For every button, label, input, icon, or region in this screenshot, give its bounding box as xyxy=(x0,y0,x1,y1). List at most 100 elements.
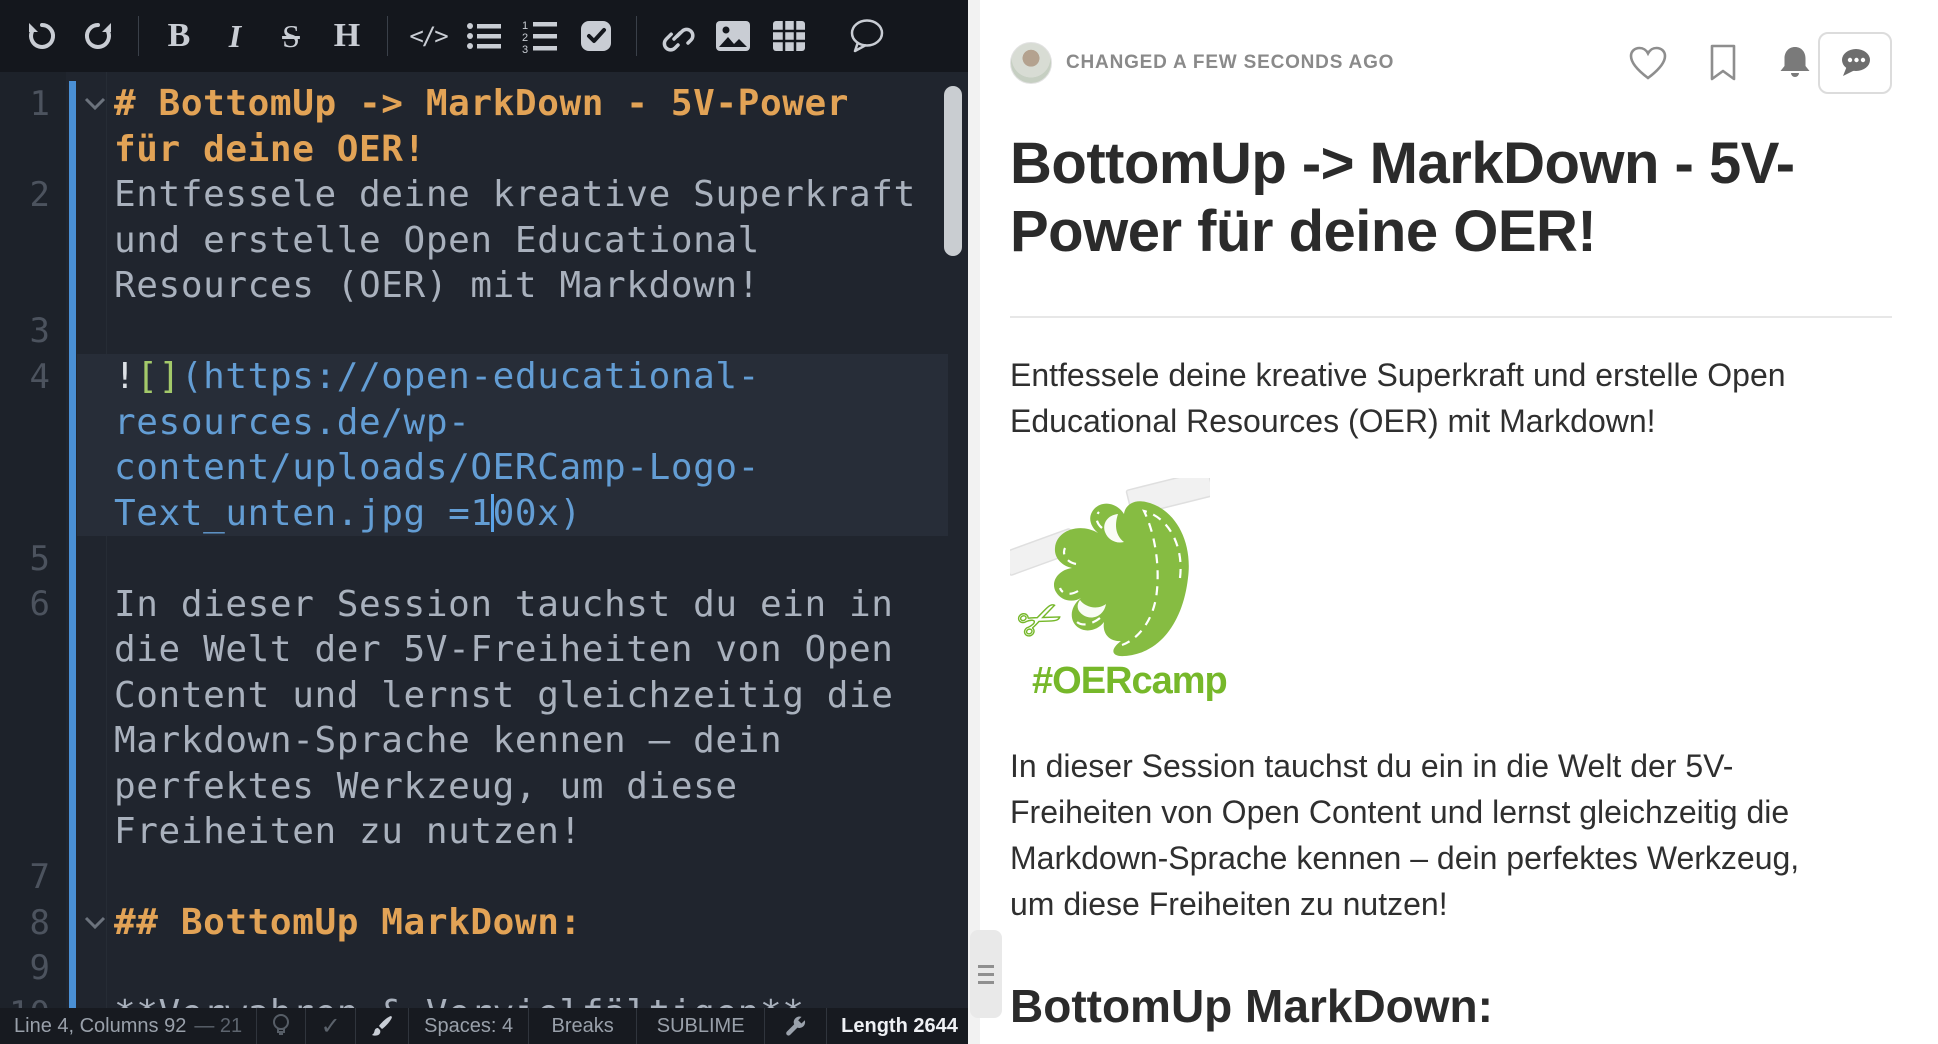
editor-line-5[interactable]: 5 xyxy=(0,536,968,582)
change-indicator-bar xyxy=(69,900,76,946)
change-indicator-bar xyxy=(69,536,76,582)
oercamp-logo: ✂ #OERcamp xyxy=(1010,478,1210,703)
split-pane-resizer[interactable] xyxy=(968,0,980,1044)
editor-line-10[interactable]: 10 **Verwahren & Vervielfältigen** xyxy=(0,991,968,1008)
toolbar-separator xyxy=(636,16,637,56)
line-text: Content und lernst gleichzeitig die xyxy=(114,675,894,716)
change-indicator-bar xyxy=(69,991,76,1008)
bookmark-icon[interactable] xyxy=(1708,44,1738,82)
change-indicator-bar xyxy=(69,127,76,173)
numbered-list-icon[interactable]: 123 xyxy=(521,16,559,56)
brush-icon[interactable] xyxy=(356,1008,409,1044)
lightbulb-icon[interactable] xyxy=(257,1008,306,1044)
italic-icon[interactable]: I xyxy=(216,16,254,56)
editor-line-7[interactable]: 7 xyxy=(0,855,968,901)
author-avatar[interactable] xyxy=(1010,42,1052,84)
link-icon[interactable] xyxy=(658,16,696,56)
fold-chevron-icon[interactable] xyxy=(76,96,114,112)
line-text: Resources (OER) mit Markdown! xyxy=(114,265,760,306)
check-icon[interactable]: ✓ xyxy=(306,1008,356,1044)
line-number: 6 xyxy=(0,584,50,624)
markdown-editor-pane: BISH</>123 1# BottomUp -> MarkDown - 5V-… xyxy=(0,0,968,1044)
editor-line-6-row-4[interactable]: Markdown-Sprache kennen – dein xyxy=(0,718,968,764)
comment-button[interactable] xyxy=(1818,32,1892,94)
editor-scrollbar-thumb[interactable] xyxy=(944,86,962,256)
line-number: 4 xyxy=(0,357,50,397)
editor-line-2-row-3[interactable]: Resources (OER) mit Markdown! xyxy=(0,263,968,309)
strikethrough-icon[interactable]: S xyxy=(272,16,310,56)
editor-line-1-row-1[interactable]: 1# BottomUp -> MarkDown - 5V-Power xyxy=(0,81,968,127)
editor-line-4-row-3[interactable]: content/uploads/OERCamp-Logo- xyxy=(0,445,968,491)
editor-line-6-row-3[interactable]: Content und lernst gleichzeitig die xyxy=(0,673,968,719)
toolbar-separator xyxy=(138,16,139,56)
editor-line-2-row-1[interactable]: 2 Entfessele deine kreative Superkraft xyxy=(0,172,968,218)
svg-text:3: 3 xyxy=(522,44,528,53)
heart-icon[interactable] xyxy=(1628,45,1668,81)
line-number: 2 xyxy=(0,175,50,215)
document-length-status: Length 2644 xyxy=(827,1008,972,1044)
svg-text:2: 2 xyxy=(522,32,528,44)
keymap-setting[interactable]: SUBLIME xyxy=(637,1008,765,1044)
editor-line-6-row-1[interactable]: 6In dieser Session tauchst du ein in xyxy=(0,582,968,628)
change-indicator-bar xyxy=(69,673,76,719)
editor-line-4-row-1[interactable]: 4 ![](https://open-educational- xyxy=(0,354,968,400)
fold-chevron-icon[interactable] xyxy=(76,915,114,931)
split-drag-handle[interactable] xyxy=(970,930,1002,1018)
change-indicator-bar xyxy=(69,718,76,764)
line-number: 1 xyxy=(0,84,50,124)
change-indicator-bar xyxy=(69,81,76,127)
editor-line-6-row-2[interactable]: die Welt der 5V-Freiheiten von Open xyxy=(0,627,968,673)
undo-icon[interactable] xyxy=(23,16,61,56)
editor-line-6-row-6[interactable]: Freiheiten zu nutzen! xyxy=(0,809,968,855)
line-number: 10 xyxy=(0,994,50,1008)
editor-line-4-row-2[interactable]: resources.de/wp- xyxy=(0,400,968,446)
change-indicator-bar xyxy=(69,946,76,992)
line-text: für deine OER! xyxy=(114,129,426,170)
table-icon[interactable] xyxy=(770,16,808,56)
bullet-list-icon[interactable] xyxy=(465,16,503,56)
editor-line-3[interactable]: 3 xyxy=(0,309,968,355)
preview-title: BottomUp -> MarkDown - 5V-Power für dein… xyxy=(1010,130,1860,266)
editor-toolbar: BISH </> 123 xyxy=(0,0,968,72)
bold-icon[interactable]: B xyxy=(160,16,198,56)
linebreak-setting[interactable]: Breaks xyxy=(529,1008,637,1044)
heading-icon[interactable]: H xyxy=(328,16,366,56)
redo-icon[interactable] xyxy=(79,16,117,56)
change-indicator-bar xyxy=(69,764,76,810)
line-text: **Verwahren & Vervielfältigen** xyxy=(114,993,805,1008)
line-number: 7 xyxy=(0,857,50,897)
cursor-position-status: Line 4, Columns 92 — 21 xyxy=(0,1008,257,1044)
editor-line-9[interactable]: 9 xyxy=(0,946,968,992)
editor-line-6-row-5[interactable]: perfektes Werkzeug, um diese xyxy=(0,764,968,810)
line-text: und erstelle Open Educational xyxy=(114,220,760,261)
line-number: 9 xyxy=(0,948,50,988)
svg-text:1: 1 xyxy=(522,20,528,32)
bell-icon[interactable] xyxy=(1778,44,1812,82)
editor-line-4-row-4[interactable]: Text_unten.jpg =100x) xyxy=(0,491,968,537)
change-indicator-bar xyxy=(69,263,76,309)
markdown-preview-pane: CHANGED A FEW SECONDS AGO BottomUp -> Ma… xyxy=(980,0,1938,1044)
change-indicator-bar xyxy=(69,445,76,491)
code-icon[interactable]: </> xyxy=(409,16,447,56)
image-icon[interactable] xyxy=(714,16,752,56)
editor-status-bar: Line 4, Columns 92 — 21 ✓ Spaces: 4 Brea… xyxy=(0,1008,968,1044)
editor-line-8[interactable]: 8## BottomUp MarkDown: xyxy=(0,900,968,946)
line-text: Entfessele deine kreative Superkraft xyxy=(114,174,916,215)
change-indicator-bar xyxy=(69,855,76,901)
checkbox-icon[interactable] xyxy=(577,16,615,56)
line-text: ![](https://open-educational- xyxy=(114,356,760,397)
change-indicator-bar xyxy=(69,172,76,218)
title-divider xyxy=(1010,316,1892,318)
editor-line-1-row-2[interactable]: für deine OER! xyxy=(0,127,968,173)
code-editor[interactable]: 1# BottomUp -> MarkDown - 5V-Powerfür de… xyxy=(0,72,968,1008)
comment-icon[interactable] xyxy=(848,16,886,56)
spaces-setting[interactable]: Spaces: 4 xyxy=(409,1008,529,1044)
line-number: 5 xyxy=(0,539,50,579)
line-number: 3 xyxy=(0,311,50,351)
wrench-icon[interactable] xyxy=(765,1008,827,1044)
change-indicator-bar xyxy=(69,400,76,446)
editor-line-2-row-2[interactable]: und erstelle Open Educational xyxy=(0,218,968,264)
change-indicator-bar xyxy=(69,354,76,400)
change-indicator-bar xyxy=(69,809,76,855)
line-text: resources.de/wp- xyxy=(114,402,470,443)
